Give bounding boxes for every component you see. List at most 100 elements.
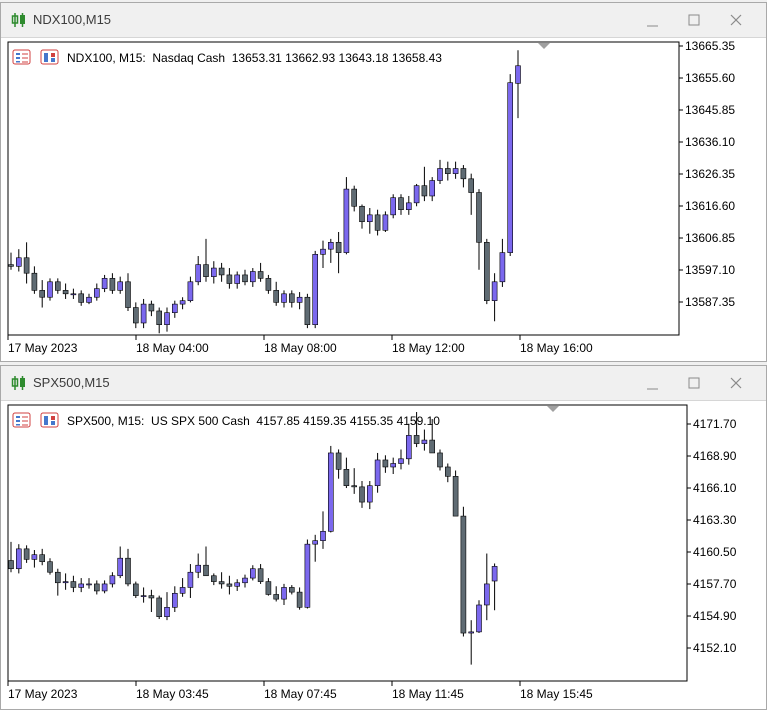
candle-bear[interactable] [226,274,233,284]
candle-bear[interactable] [211,575,217,582]
candle-bull[interactable] [117,281,123,291]
one-click-trading-icon[interactable] [12,412,31,428]
candle-bull[interactable] [483,583,490,606]
candle-bear[interactable] [429,439,436,454]
candle-bear[interactable] [359,486,365,503]
candle-bear[interactable] [421,185,428,197]
candle-bear[interactable] [273,290,280,303]
candle-bull[interactable] [62,581,69,584]
candle-bull[interactable] [398,458,404,464]
candle-bull[interactable] [172,303,178,313]
candle-bear[interactable] [288,293,295,303]
candle-bear[interactable] [483,242,490,301]
candle-bull[interactable] [327,242,334,250]
candle-bull[interactable] [491,281,498,301]
candle-bear[interactable] [444,168,451,174]
candle-bull[interactable] [234,582,240,587]
candle-bull[interactable] [187,281,194,301]
candle-bear[interactable] [335,452,342,470]
maximize-button[interactable] [682,372,706,394]
candle-bull[interactable] [366,485,373,503]
chart-window-ndx100[interactable]: NDX100,M15 NDX100, M15: Nasdaq Cash 1365… [0,2,767,362]
candle-bear[interactable] [47,561,53,573]
candle-bear[interactable] [335,242,342,253]
candle-bear[interactable] [374,214,381,231]
candle-bear[interactable] [304,296,311,326]
candle-bull[interactable] [78,583,84,588]
candle-bear[interactable] [437,452,443,468]
candle-bear[interactable] [39,290,46,298]
candle-bull[interactable] [405,435,412,460]
candle-bear[interactable] [265,581,272,595]
candle-bull[interactable] [390,197,397,216]
candle-bear[interactable] [468,178,475,193]
candle-bear[interactable] [31,272,38,291]
candle-bear[interactable] [156,597,162,617]
candle-bull[interactable] [390,463,397,468]
candle-bull[interactable] [413,185,420,204]
candle-bull[interactable] [499,252,506,283]
candle-bear[interactable] [109,278,116,291]
candle-bull[interactable] [304,543,311,608]
candle-bear[interactable] [382,459,389,468]
candle-bear[interactable] [39,554,46,563]
candle-bull[interactable] [179,300,186,305]
candle-bear[interactable] [23,548,30,560]
candle-bull[interactable] [187,571,194,588]
depth-of-market-icon[interactable] [40,412,59,428]
candle-bear[interactable] [133,583,139,596]
candle-bear[interactable] [70,581,77,588]
candle-bear[interactable] [54,281,61,291]
candle-bull[interactable] [327,452,334,532]
candle-bull[interactable] [281,587,287,600]
candle-bear[interactable] [476,192,482,243]
candle-bull[interactable] [429,180,436,197]
candle-bull[interactable] [179,587,186,594]
candle-bull[interactable] [374,459,381,486]
close-button[interactable] [724,372,748,394]
chart-window-spx500[interactable]: SPX500,M15 SPX500, M15: US SPX 500 Cash … [0,365,767,710]
candle-bear[interactable] [8,560,14,570]
candle-bull[interactable] [515,65,521,84]
candle-bear[interactable] [148,595,155,599]
candle-bull[interactable] [312,540,319,545]
candle-bull[interactable] [109,575,116,585]
candle-bull[interactable] [242,577,248,584]
candle-bull[interactable] [250,271,256,283]
candle-bear[interactable] [296,591,303,608]
candle-bull[interactable] [382,214,389,231]
candle-bear[interactable] [125,281,131,308]
candle-bull[interactable] [320,248,326,255]
candle-bull[interactable] [47,281,53,298]
maximize-button[interactable] [682,9,706,31]
candle-bear[interactable] [54,571,61,584]
candle-bull[interactable] [101,278,108,289]
candle-bear[interactable] [265,278,272,291]
candle-bull[interactable] [86,296,92,303]
candle-bear[interactable] [242,274,248,283]
candle-bull[interactable] [507,82,514,253]
candle-bull[interactable] [16,548,22,570]
candle-bull[interactable] [296,296,303,303]
candle-bear[interactable] [460,515,467,634]
candle-bear[interactable] [413,435,420,444]
minimize-button[interactable] [641,372,665,394]
candle-bear[interactable] [257,568,264,582]
candle-bull[interactable] [320,531,326,541]
candle-bull[interactable] [140,303,147,324]
candle-bull[interactable] [101,583,108,592]
one-click-trading-icon[interactable] [12,49,31,65]
candle-bear[interactable] [351,188,358,207]
candle-bull[interactable] [405,202,412,210]
minimize-button[interactable] [641,9,665,31]
candle-bear[interactable] [398,197,404,210]
candle-bull[interactable] [437,168,443,181]
depth-of-market-icon[interactable] [40,49,59,65]
candle-bear[interactable] [444,466,451,477]
candle-bear[interactable] [23,257,30,274]
candle-bull[interactable] [140,595,147,597]
candle-bear[interactable] [343,469,350,486]
candle-bear[interactable] [273,594,280,600]
candle-bull[interactable] [117,557,123,577]
candle-bull[interactable] [31,554,38,560]
